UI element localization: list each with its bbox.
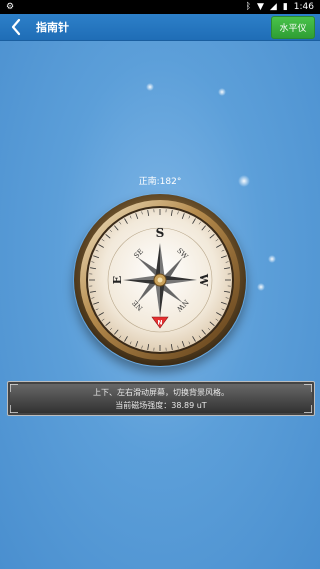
- page-title: 指南针: [36, 21, 69, 34]
- heading-readout: 正南:182°: [138, 177, 182, 187]
- status-time: 1:46: [293, 2, 314, 12]
- cardinal-label-w: W: [197, 273, 210, 287]
- settings-gear-icon: ⚙: [6, 2, 15, 12]
- cellular-signal-icon: ◢: [269, 2, 277, 12]
- level-button[interactable]: 水平仪: [271, 16, 315, 39]
- info-panel: 上下、左右滑动屏幕，切换背景风格。 当前磁场强度：38.89 uT: [7, 381, 315, 416]
- sparkle-decoration: [146, 83, 154, 91]
- status-bar: ⚙ ᛒ ▼ ◢ ▮ 1:46: [0, 0, 320, 14]
- back-chevron-icon: [11, 18, 21, 36]
- compass-dial: S E W SE SW NE NW N: [73, 193, 247, 367]
- back-button[interactable]: [8, 17, 24, 37]
- cardinal-label-e: E: [111, 276, 124, 284]
- sparkle-decoration: [257, 283, 265, 291]
- cardinal-label-s: S: [156, 226, 165, 240]
- sparkle-decoration: [268, 255, 276, 263]
- wifi-icon: ▼: [256, 2, 264, 12]
- bluetooth-icon: ᛒ: [245, 2, 251, 12]
- swipe-hint-text: 上下、左右滑动屏幕，切换背景风格。: [93, 388, 229, 397]
- status-icons: ᛒ ▼ ◢ ▮ 1:46: [246, 1, 314, 13]
- cardinal-label-n: N: [157, 318, 162, 325]
- sparkle-decoration: [218, 88, 226, 96]
- app-bar: 指南针 水平仪: [0, 14, 320, 41]
- battery-icon: ▮: [282, 2, 288, 12]
- compass-graphic: S E W SE SW NE NW N: [74, 194, 246, 366]
- magnetic-field-text: 当前磁场强度：38.89 uT: [115, 401, 207, 410]
